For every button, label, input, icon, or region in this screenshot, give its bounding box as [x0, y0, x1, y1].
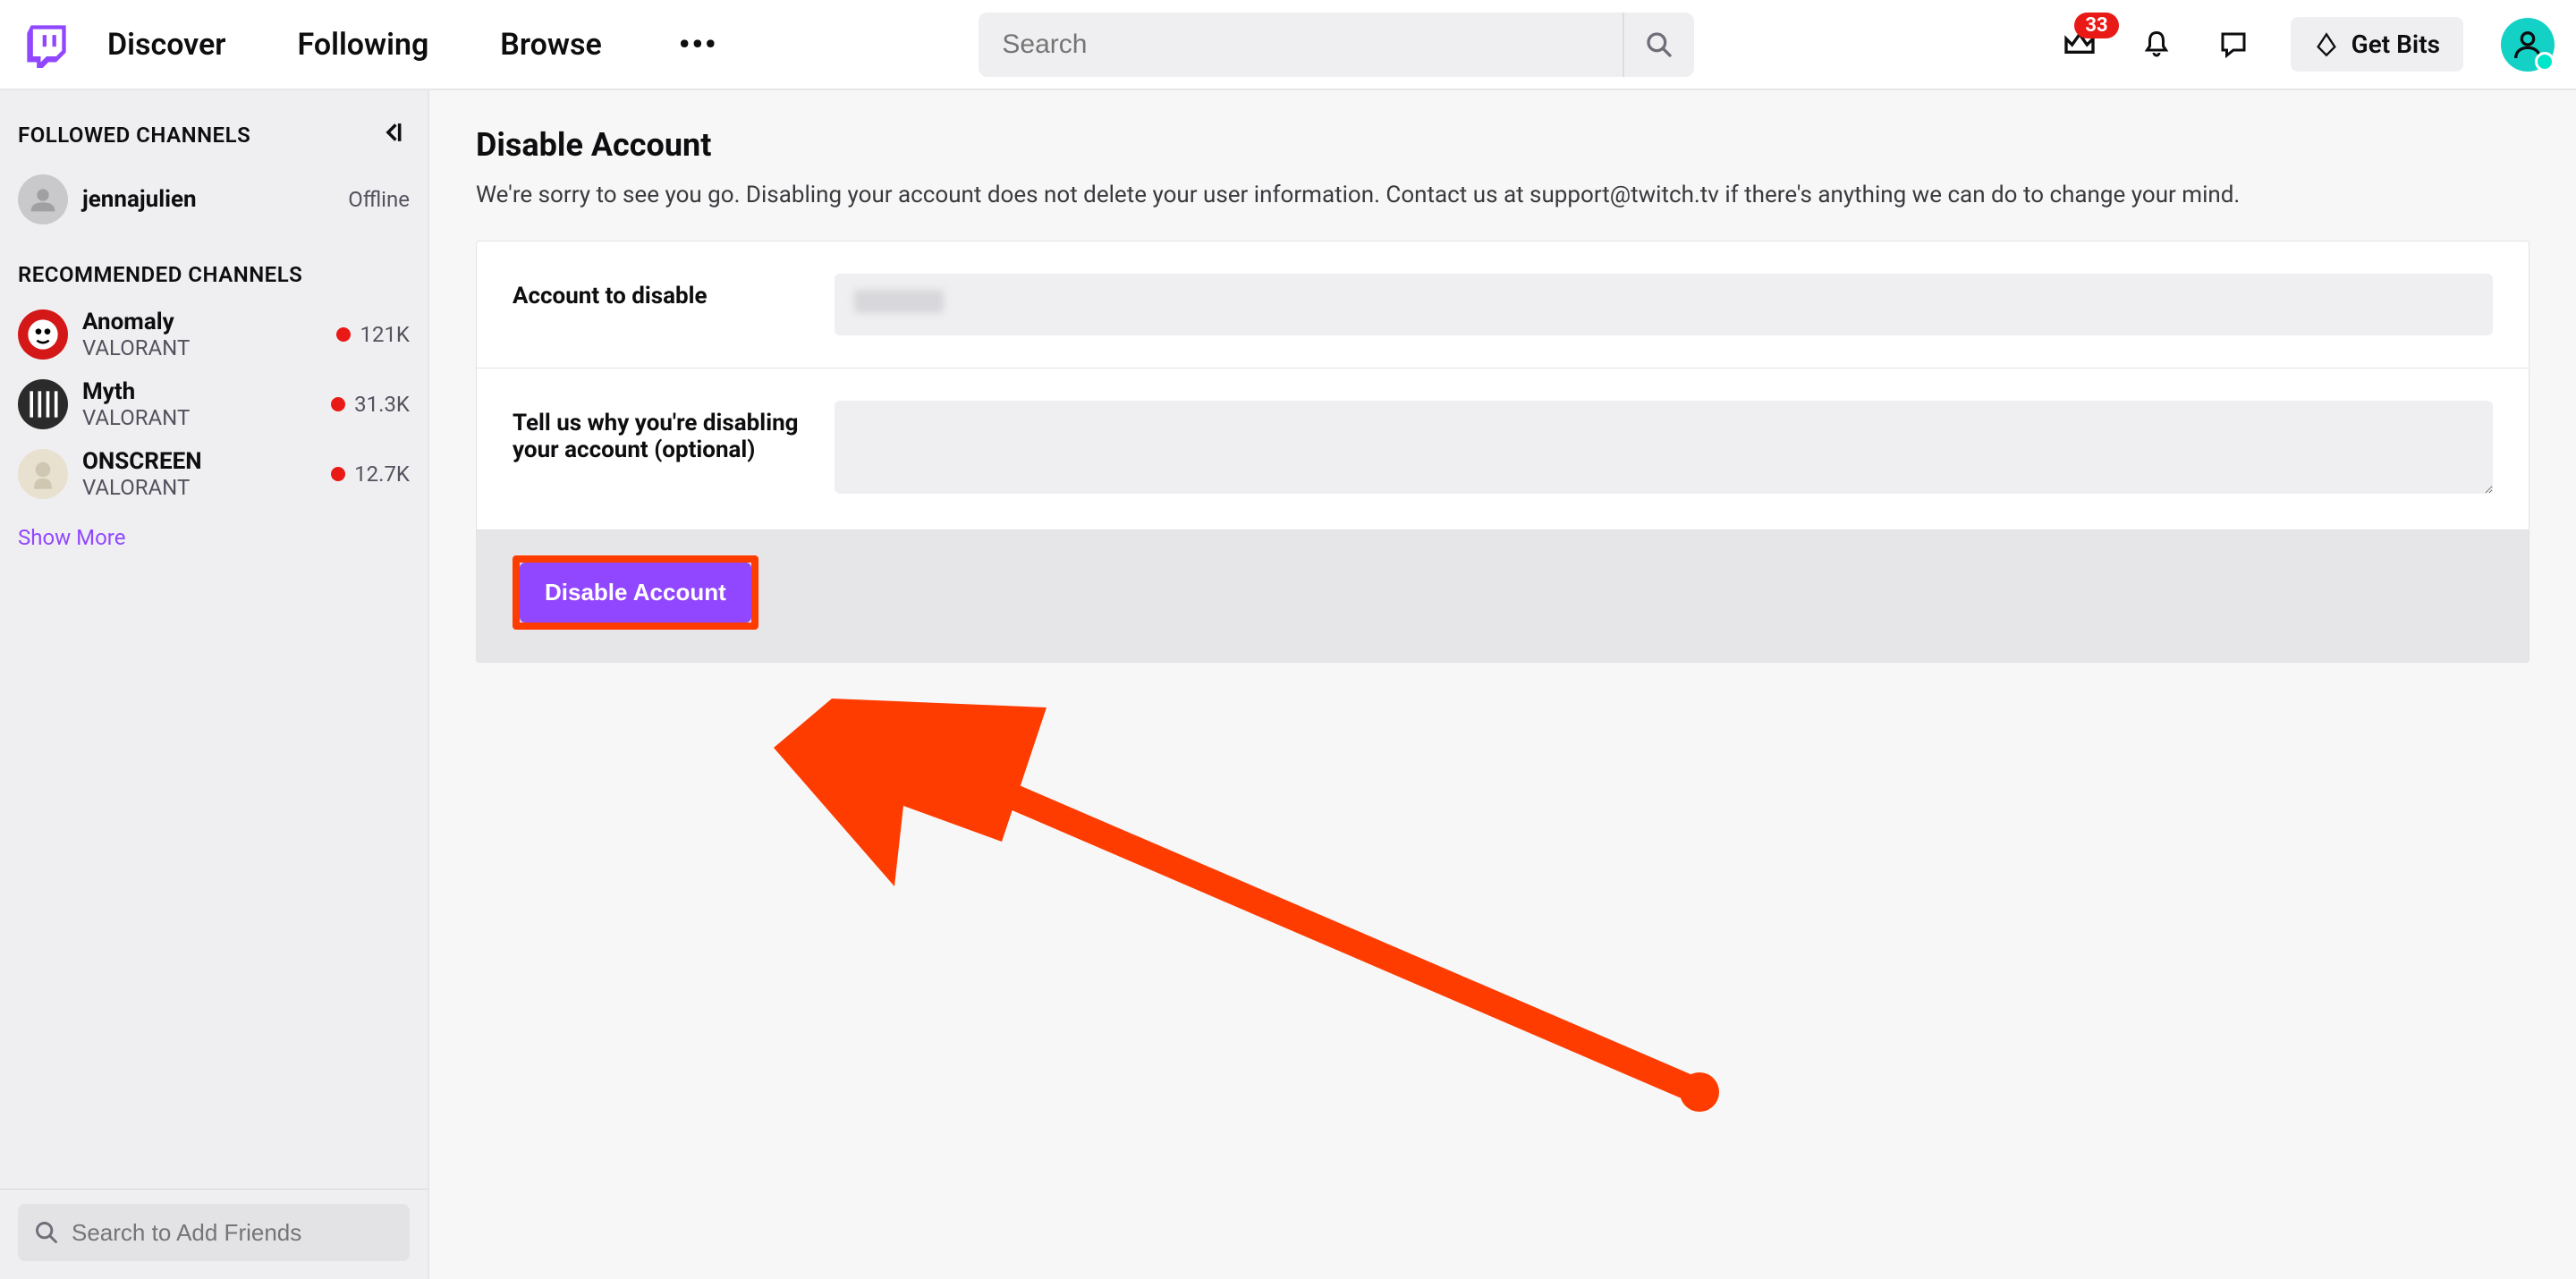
- channel-viewer-count: 12.7K: [331, 462, 410, 487]
- page-title: Disable Account: [476, 126, 2529, 164]
- channel-viewer-count: 121K: [336, 322, 410, 347]
- nav-browse[interactable]: Browse: [500, 27, 601, 63]
- search-bar: [979, 13, 1694, 77]
- live-dot-icon: [331, 397, 345, 411]
- channel-name: Anomaly: [82, 309, 322, 335]
- person-icon: [2510, 27, 2546, 63]
- friends-search-input[interactable]: [72, 1219, 394, 1247]
- channel-category: VALORANT: [82, 475, 317, 500]
- annotation-arrow-icon: [671, 573, 1744, 1199]
- followed-channel-item[interactable]: jennajulien Offline: [0, 165, 428, 233]
- disable-account-button[interactable]: Disable Account: [520, 563, 751, 623]
- live-dot-icon: [336, 327, 351, 342]
- reason-textarea[interactable]: [835, 401, 2493, 494]
- channel-status: Offline: [348, 187, 410, 212]
- channel-avatar: [18, 449, 68, 499]
- top-nav: Discover Following Browse ••• 33: [0, 0, 2576, 90]
- primary-nav: Discover Following Browse •••: [107, 27, 724, 63]
- whispers-button[interactable]: [2214, 25, 2253, 64]
- bits-icon: [2314, 32, 2339, 57]
- main-content: Disable Account We're sorry to see you g…: [429, 90, 2576, 1279]
- get-bits-label: Get Bits: [2351, 30, 2440, 59]
- get-bits-button[interactable]: Get Bits: [2291, 17, 2463, 72]
- annotation-highlight: Disable Account: [513, 555, 758, 630]
- channel-avatar: [18, 379, 68, 429]
- channel-viewer-count: 31.3K: [331, 392, 410, 417]
- followed-header: FOLLOWED CHANNELS: [0, 106, 428, 165]
- recommended-title-text: RECOMMENDED CHANNELS: [18, 262, 302, 287]
- page-description: We're sorry to see you go. Disabling you…: [476, 182, 2529, 208]
- recommended-header: RECOMMENDED CHANNELS: [0, 251, 428, 300]
- account-label: Account to disable: [513, 274, 835, 309]
- prime-loot-button[interactable]: 33: [2060, 25, 2099, 64]
- search-icon: [34, 1220, 59, 1245]
- account-name-field: [835, 274, 2493, 335]
- bell-icon: [2140, 29, 2173, 61]
- nav-more-icon[interactable]: •••: [674, 27, 724, 63]
- channel-category: VALORANT: [82, 335, 322, 360]
- topnav-right: 33 Get Bits: [2060, 17, 2555, 72]
- search-input[interactable]: [979, 13, 1623, 77]
- chat-icon: [2217, 29, 2250, 61]
- live-dot-icon: [331, 467, 345, 481]
- channel-avatar: [18, 309, 68, 360]
- friends-search[interactable]: [18, 1204, 410, 1261]
- redacted-username: [854, 290, 944, 313]
- twitch-logo-icon[interactable]: [21, 20, 72, 70]
- recommended-channel-item[interactable]: Anomaly VALORANT 121K: [0, 300, 428, 369]
- search-button[interactable]: [1623, 13, 1694, 77]
- show-more-link[interactable]: Show More: [0, 509, 428, 566]
- collapse-icon: [379, 117, 410, 148]
- channel-name: ONSCREEN: [82, 448, 317, 475]
- followed-title-text: FOLLOWED CHANNELS: [18, 123, 250, 148]
- notifications-badge: 33: [2074, 13, 2118, 38]
- channel-category: VALORANT: [82, 405, 317, 430]
- left-sidebar: FOLLOWED CHANNELS jennajulien Offline: [0, 90, 429, 1279]
- reason-label: Tell us why you're disabling your accoun…: [513, 401, 835, 463]
- panel-footer: Disable Account: [477, 530, 2529, 662]
- channel-name: Myth: [82, 378, 317, 405]
- channel-name: jennajulien: [82, 186, 334, 213]
- nav-following[interactable]: Following: [298, 27, 429, 63]
- channel-avatar: [18, 174, 68, 224]
- disable-panel: Account to disable Tell us why you're di…: [476, 241, 2529, 663]
- recommended-channel-item[interactable]: ONSCREEN VALORANT 12.7K: [0, 439, 428, 509]
- search-icon: [1645, 30, 1674, 59]
- nav-discover[interactable]: Discover: [107, 27, 226, 63]
- user-avatar[interactable]: [2501, 18, 2555, 72]
- notifications-button[interactable]: [2137, 25, 2176, 64]
- recommended-channel-item[interactable]: Myth VALORANT 31.3K: [0, 369, 428, 439]
- collapse-sidebar-button[interactable]: [379, 117, 410, 153]
